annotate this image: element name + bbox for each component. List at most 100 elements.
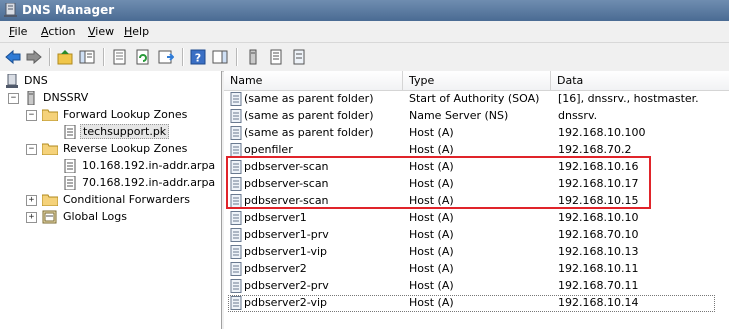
menu-view-label: iew	[95, 25, 115, 38]
record-data: 192.168.10.10	[558, 211, 639, 224]
record-name: pdbserver1-vip	[244, 245, 327, 258]
record-name: pdbserver2	[244, 262, 307, 275]
tree-item-techsupport-pk[interactable]: techsupport.pk	[0, 124, 221, 141]
tree-item-reverse-zone-70[interactable]: 70.168.192.in-addr.arpa	[0, 175, 221, 192]
tree-label-reverse-zone-70: 70.168.192.in-addr.arpa	[82, 176, 216, 189]
zone-button[interactable]	[266, 47, 286, 67]
tree-item-dnssrv[interactable]: − DNSSRV	[0, 90, 221, 107]
record-type: Host (A)	[409, 143, 454, 156]
record-icon	[230, 228, 242, 242]
dns-manager-app-icon	[4, 3, 17, 17]
refresh-button[interactable]	[133, 47, 153, 67]
record-data: dnssrv.	[558, 109, 598, 122]
properties-button[interactable]	[110, 47, 130, 67]
tree-label-dnssrv: DNSSRV	[43, 91, 89, 104]
tree-item-global-logs[interactable]: + Global Logs	[0, 209, 221, 226]
menu-file-label: ile	[14, 25, 28, 38]
tree-label-reverse-zone-10: 10.168.192.in-addr.arpa	[82, 159, 216, 172]
table-row[interactable]: pdbserver1-prv Host (A) 192.168.70.10	[224, 227, 729, 244]
folder-icon	[42, 109, 58, 121]
record-data: 192.168.70.11	[558, 279, 639, 292]
table-row[interactable]: (same as parent folder) Host (A) 192.168.1…	[224, 125, 729, 142]
forward-icon	[26, 49, 42, 65]
event-log-icon	[42, 210, 57, 224]
action-pane-button[interactable]	[210, 47, 230, 67]
record-icon	[230, 92, 242, 106]
tree-label-forward-lookup-zones: Forward Lookup Zones	[63, 108, 188, 121]
help-button[interactable]: ?	[188, 47, 208, 67]
table-row[interactable]: pdbserver1 Host (A) 192.168.10.10	[224, 210, 729, 227]
collapse-toggle[interactable]: −	[8, 93, 19, 104]
record-name: (same as parent folder)	[244, 109, 374, 122]
folder-icon	[42, 143, 58, 155]
back-button[interactable]	[3, 47, 23, 67]
record-data: 192.168.70.2	[558, 143, 632, 156]
show-hide-tree-button[interactable]	[77, 47, 97, 67]
column-header-data[interactable]: Data	[551, 71, 729, 90]
toolbar-separator	[236, 48, 238, 66]
action-pane-icon	[212, 50, 228, 64]
tree-item-reverse-zone-10[interactable]: 10.168.192.in-addr.arpa	[0, 158, 221, 175]
server-node-icon	[27, 91, 35, 105]
console-tree: DNS − DNSSRV − Forward Lookup Zones tech…	[0, 71, 222, 329]
record-name: pdbserver1-prv	[244, 228, 329, 241]
forward-button[interactable]	[24, 47, 44, 67]
record-type: Host (A)	[409, 211, 454, 224]
tree-item-conditional-forwarders[interactable]: + Conditional Forwarders	[0, 192, 221, 209]
record-type: Host (A)	[409, 245, 454, 258]
export-list-button[interactable]	[156, 47, 176, 67]
column-header-type[interactable]: Type	[403, 71, 551, 90]
menu-help[interactable]: Help	[124, 25, 149, 38]
menu-file[interactable]: File	[9, 25, 27, 38]
menu-bar: File Action View Help	[0, 21, 729, 42]
folder-icon	[42, 194, 58, 206]
record-name: (same as parent folder)	[244, 92, 374, 105]
toolbar-separator	[49, 48, 51, 66]
tree-label-conditional-forwarders: Conditional Forwarders	[63, 193, 191, 206]
record-name: (same as parent folder)	[244, 126, 374, 139]
tree-label-dns: DNS	[24, 74, 48, 87]
record-name: pdbserver1	[244, 211, 307, 224]
record-icon	[230, 109, 242, 123]
table-row[interactable]: (same as parent folder) Name Server (NS) d…	[224, 108, 729, 125]
record-icon	[230, 126, 242, 140]
window-title: DNS Manager	[22, 3, 115, 17]
zone-icon	[270, 49, 282, 65]
record-data: 192.168.10.13	[558, 245, 639, 258]
column-header-name[interactable]: Name	[224, 71, 403, 90]
table-row[interactable]: pdbserver1-vip Host (A) 192.168.10.13	[224, 244, 729, 261]
record-type: Host (A)	[409, 228, 454, 241]
toolbar-separator	[103, 48, 105, 66]
toolbar: ?	[0, 42, 729, 72]
collapse-toggle[interactable]: −	[26, 144, 37, 155]
svg-text:?: ?	[195, 52, 201, 65]
up-one-level-button[interactable]	[55, 47, 75, 67]
up-folder-icon	[57, 50, 73, 65]
tree-item-forward-lookup-zones[interactable]: − Forward Lookup Zones	[0, 107, 221, 124]
tree-label-reverse-lookup-zones: Reverse Lookup Zones	[63, 142, 188, 155]
expand-toggle[interactable]: +	[26, 195, 37, 206]
table-row[interactable]: (same as parent folder) Start of Authorit…	[224, 91, 729, 108]
table-row[interactable]: pdbserver2 Host (A) 192.168.10.11	[224, 261, 729, 278]
toolbar-separator	[182, 48, 184, 66]
back-icon	[5, 49, 21, 65]
record-data: 192.168.10.11	[558, 262, 639, 275]
expand-toggle[interactable]: +	[26, 212, 37, 223]
record-button[interactable]	[289, 47, 309, 67]
collapse-toggle[interactable]: −	[26, 110, 37, 121]
record-type: Host (A)	[409, 126, 454, 139]
zone-file-icon	[64, 176, 76, 190]
record-icon	[230, 211, 242, 225]
menu-view[interactable]: View	[88, 25, 114, 38]
tree-label-global-logs: Global Logs	[63, 210, 127, 223]
record-type: Name Server (NS)	[409, 109, 509, 122]
tree-item-reverse-lookup-zones[interactable]: − Reverse Lookup Zones	[0, 141, 221, 158]
tree-item-dns[interactable]: DNS	[0, 73, 221, 90]
properties-icon	[113, 49, 126, 65]
server-button[interactable]	[243, 47, 263, 67]
menu-action[interactable]: Action	[41, 25, 75, 38]
table-row[interactable]: pdbserver2-prv Host (A) 192.168.70.11	[224, 278, 729, 295]
annotation-highlight-box	[226, 156, 651, 209]
server-icon	[249, 49, 257, 65]
table-row[interactable]: pdbserver2-vip Host (A) 192.168.10.14	[224, 295, 729, 312]
